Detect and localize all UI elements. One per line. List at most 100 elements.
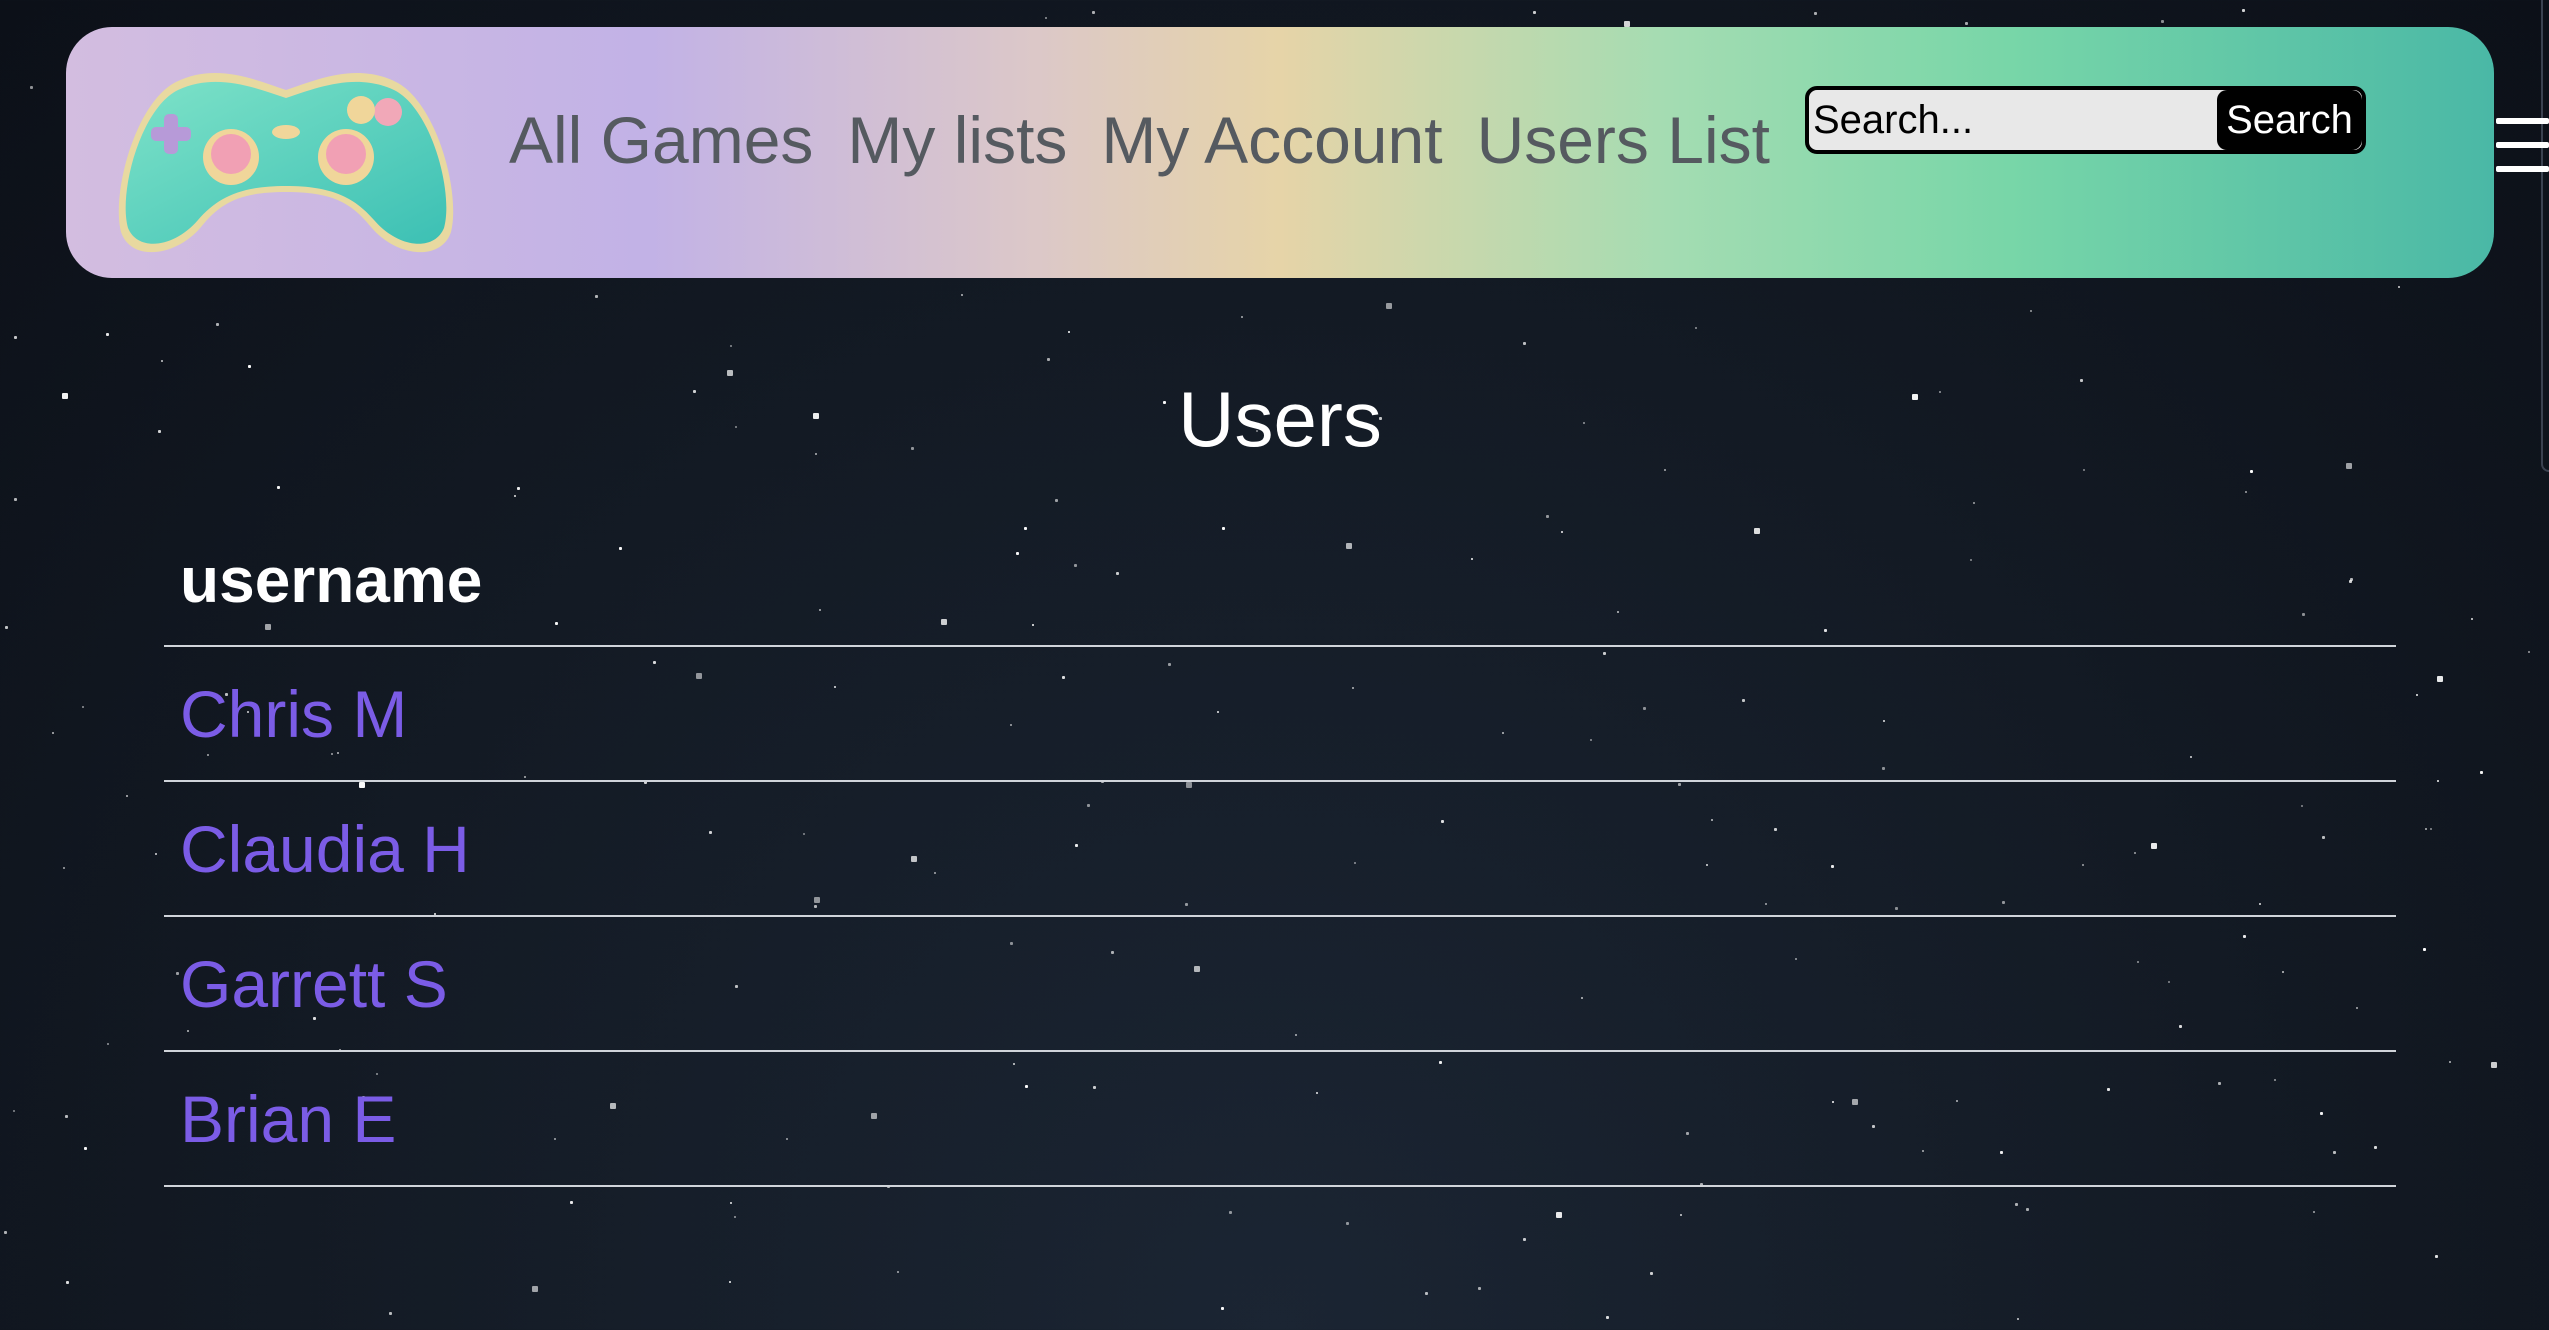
star [52,732,54,734]
table-cell-username: Brian E [164,1051,2396,1187]
star [1533,11,1536,14]
star [517,487,520,490]
star [277,486,280,489]
table-cell-username: Garrett S [164,916,2396,1052]
star [2346,463,2352,469]
star [1241,316,1243,318]
user-link[interactable]: Brian E [180,1082,396,1156]
star [2471,618,2473,620]
star [961,294,963,296]
star [1221,1307,1224,1310]
star [1695,327,1697,329]
nav-link-all-games[interactable]: All Games [509,107,813,173]
search-input[interactable] [1809,90,2219,150]
star [126,795,128,797]
star [82,706,84,708]
star [389,1312,392,1315]
table-header-row: username [164,515,2396,647]
star [2250,470,2253,473]
star [2083,469,2085,471]
star [734,1216,736,1218]
star [14,336,17,339]
star [1229,1211,1232,1214]
star [216,323,219,326]
star [514,495,516,497]
star [4,1231,7,1234]
star [727,370,733,376]
star [570,1201,573,1204]
star [65,1115,68,1118]
star [2528,651,2530,653]
nav-link-users-list[interactable]: Users List [1477,107,1770,173]
user-link[interactable]: Claudia H [180,812,470,886]
star [532,1286,538,1292]
star [1386,303,1392,309]
star [107,1043,109,1045]
game-controller-icon[interactable] [106,52,466,257]
star [2161,20,2164,23]
star [1045,17,1047,19]
star [2437,780,2439,782]
main-nav: All Games My lists My Account Users List [509,107,1804,173]
star [729,1281,731,1283]
star [2245,491,2247,493]
hamburger-menu-icon[interactable] [2496,118,2549,172]
star [30,86,33,89]
star [84,1147,87,1150]
users-table: username Chris M Claudia H Garrett S Bri… [164,515,2396,1187]
star [1478,1287,1481,1290]
star [14,498,17,501]
star [63,867,65,869]
search-form: Search [1805,86,2366,154]
star [1047,358,1050,361]
star [2437,676,2443,682]
star [2491,1062,2497,1068]
star [730,345,732,347]
star [730,1202,732,1204]
star [1068,331,1070,333]
star [5,626,8,629]
user-link[interactable]: Chris M [180,677,407,751]
table-row: Claudia H [164,781,2396,917]
table-row: Garrett S [164,916,2396,1052]
navbar: All Games My lists My Account Users List… [66,27,2494,278]
star [2449,1061,2451,1063]
star [1346,1222,1349,1225]
star [1523,1238,1526,1241]
page-title: Users [1178,375,1382,463]
star [2435,1255,2438,1258]
star [1664,469,1666,471]
nav-link-my-lists[interactable]: My lists [847,107,1067,173]
star [1814,12,1817,15]
star [1523,342,1526,345]
star [2430,828,2432,830]
star [1965,22,1968,25]
star [161,360,163,362]
star [2398,286,2400,288]
star [1973,502,1975,504]
star [897,1271,899,1273]
column-header-username: username [164,515,2396,647]
star [2416,694,2418,696]
nav-link-my-account[interactable]: My Account [1101,107,1442,173]
search-button[interactable]: Search [2217,90,2362,150]
star [1425,1292,1428,1295]
user-link[interactable]: Garrett S [180,947,448,1021]
star [2423,948,2426,951]
star [1680,1214,1682,1216]
star [66,1281,69,1284]
star [1650,1272,1653,1275]
table-row: Brian E [164,1051,2396,1187]
star [2017,1318,2019,1320]
star [2242,9,2245,12]
table-cell-username: Chris M [164,646,2396,782]
star [1606,1316,1609,1319]
star [2425,828,2427,830]
star [106,333,109,336]
star [1055,499,1058,502]
star [2313,1211,2315,1213]
star [2030,310,2032,312]
star [13,1110,15,1112]
star [2480,771,2483,774]
star [1092,11,1095,14]
